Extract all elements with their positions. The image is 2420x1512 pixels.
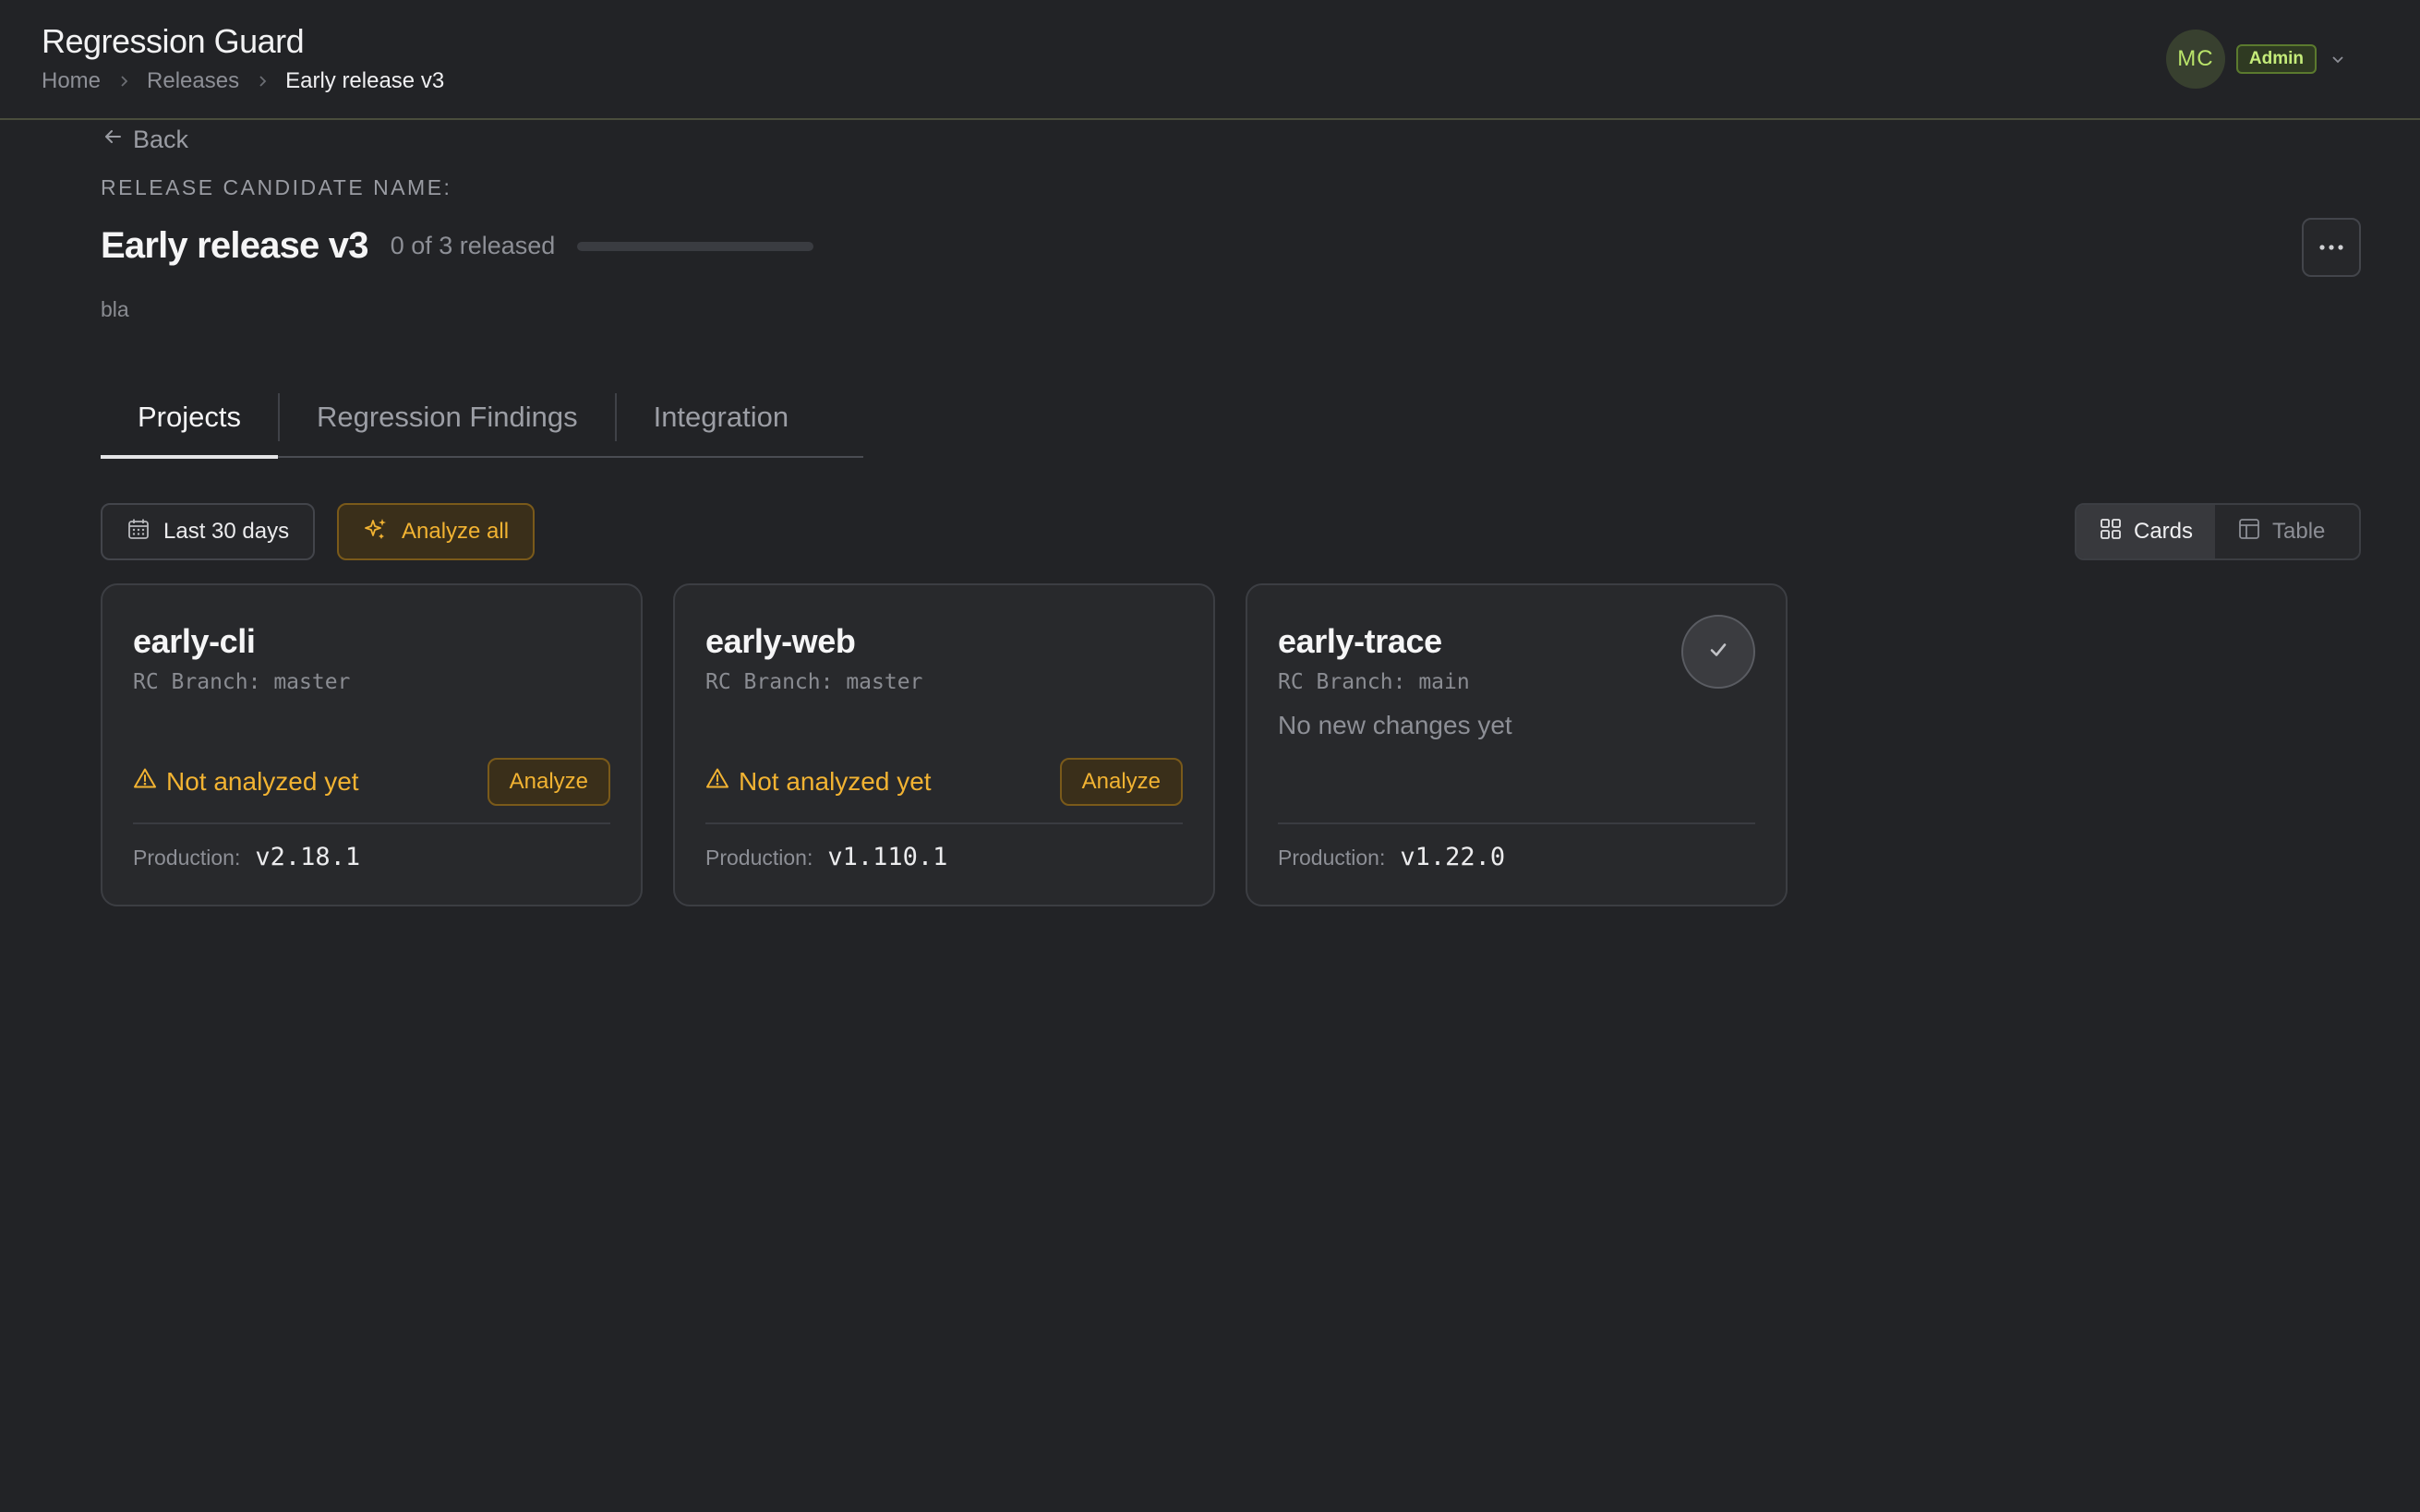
- back-label: Back: [133, 126, 189, 153]
- analyze-all-label: Analyze all: [402, 519, 510, 544]
- rc-branch: RC Branch: master: [133, 670, 351, 694]
- project-card[interactable]: early-web RC Branch: master Not analyzed…: [673, 583, 1215, 906]
- sparkles-icon: [363, 516, 402, 548]
- release-header: Early release v3 0 of 3 released: [101, 225, 814, 267]
- production-label: Production:: [133, 846, 241, 870]
- analysis-status: Not analyzed yet: [133, 766, 359, 797]
- back-link[interactable]: Back: [102, 126, 188, 154]
- tab-regression-findings[interactable]: Regression Findings: [280, 378, 615, 457]
- project-card[interactable]: early-trace RC Branch: main No new chang…: [1246, 583, 1788, 906]
- mark-released-button[interactable]: [1681, 615, 1755, 689]
- breadcrumb: Home Releases Early release v3: [42, 68, 444, 94]
- rc-branch: RC Branch: main: [1278, 670, 1470, 694]
- ellipsis-icon: [2318, 239, 2344, 256]
- analyze-all-button[interactable]: Analyze all: [337, 503, 536, 560]
- production-label: Production:: [705, 846, 813, 870]
- date-range-button[interactable]: Last 30 days: [101, 503, 316, 560]
- user-menu[interactable]: MC Admin: [2165, 30, 2346, 89]
- card-divider: [1278, 822, 1755, 824]
- production-version-value: v1.22.0: [1400, 843, 1506, 871]
- view-toggle: Cards Table: [2075, 503, 2361, 560]
- tab-bar: Projects Regression Findings Integration: [101, 378, 863, 459]
- analysis-status-text: Not analyzed yet: [739, 766, 932, 796]
- view-cards-label: Cards: [2134, 519, 2194, 544]
- chevron-right-icon: [117, 75, 130, 88]
- tab-integration[interactable]: Integration: [617, 378, 826, 457]
- view-table-label: Table: [2272, 519, 2326, 544]
- analysis-status: Not analyzed yet: [705, 766, 932, 797]
- card-divider: [133, 822, 610, 824]
- release-progress-bar: [577, 241, 814, 251]
- breadcrumb-home[interactable]: Home: [42, 68, 101, 94]
- role-badge: Admin: [2235, 44, 2317, 74]
- project-name: early-web: [705, 622, 856, 660]
- view-cards-button[interactable]: Cards: [2077, 505, 2216, 558]
- rc-branch: RC Branch: master: [705, 670, 923, 694]
- more-options-button[interactable]: [2302, 218, 2361, 277]
- warning-icon: [705, 766, 739, 797]
- production-version: Production: v1.110.1: [705, 843, 947, 871]
- analyze-button[interactable]: Analyze: [487, 758, 610, 806]
- app-title[interactable]: Regression Guard: [42, 22, 305, 61]
- grid-icon: [2099, 517, 2134, 547]
- production-version-value: v1.110.1: [827, 843, 948, 871]
- project-name: early-cli: [133, 622, 256, 660]
- table-icon: [2237, 517, 2272, 547]
- check-icon: [1704, 636, 1732, 668]
- avatar[interactable]: MC: [2165, 30, 2225, 89]
- breadcrumb-current: Early release v3: [285, 68, 445, 93]
- calendar-icon: [126, 517, 163, 547]
- production-version-value: v2.18.1: [255, 843, 361, 871]
- project-card[interactable]: early-cli RC Branch: master Not analyzed…: [101, 583, 643, 906]
- analyze-button[interactable]: Analyze: [1059, 758, 1183, 806]
- project-name: early-trace: [1278, 622, 1442, 660]
- date-range-label: Last 30 days: [163, 519, 290, 544]
- section-label: RELEASE CANDIDATE NAME:: [101, 175, 452, 199]
- chevron-right-icon: [256, 75, 269, 88]
- chevron-down-icon[interactable]: [2330, 51, 2346, 67]
- arrow-left-icon: [102, 126, 133, 154]
- warning-icon: [133, 766, 166, 797]
- production-label: Production:: [1278, 846, 1386, 870]
- breadcrumb-releases[interactable]: Releases: [147, 68, 239, 94]
- card-divider: [705, 822, 1183, 824]
- production-version: Production: v2.18.1: [133, 843, 360, 871]
- page-title: Early release v3: [101, 225, 368, 266]
- released-count: 0 of 3 released: [390, 232, 556, 259]
- production-version: Production: v1.22.0: [1278, 843, 1505, 871]
- no-changes-text: No new changes yet: [1278, 711, 1512, 739]
- app-header: Regression Guard Home Releases Early rel…: [0, 0, 2420, 120]
- tab-projects[interactable]: Projects: [101, 378, 278, 459]
- release-description: bla: [101, 297, 129, 321]
- view-table-button[interactable]: Table: [2215, 505, 2347, 558]
- analysis-status-text: Not analyzed yet: [166, 766, 359, 796]
